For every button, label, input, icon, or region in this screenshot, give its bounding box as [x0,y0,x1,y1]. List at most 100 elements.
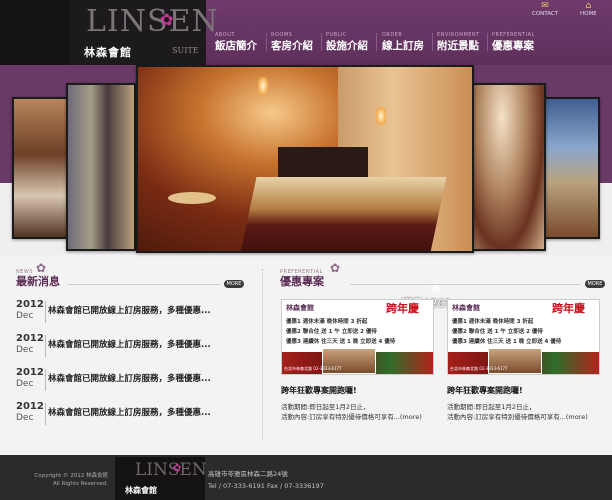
nav-environment[interactable]: ENVIRONMENT 附近景點 [437,32,480,53]
flower-icon: ✿ [173,463,182,474]
nav-divider [321,33,322,51]
nav-preferential-en: PREFERENTIAL [492,32,535,38]
logo-chinese-name: 林森會館 [84,46,132,59]
flower-icon: ✿ [160,10,174,29]
room-table [168,192,216,204]
promo-image-footer: 台北市林森北路 02-3333-6177 [450,366,508,371]
room-image [68,85,134,249]
promo-offer-row: 優惠1 週休未滿 晚休時間 3 折起 [452,319,534,325]
copyright: Copyright © 2012 林森會館 All Rights Reserve… [18,472,108,488]
banner-photo[interactable] [66,83,136,251]
nav-rooms-en: ROOMS [271,32,293,38]
banner-photo[interactable] [472,83,546,251]
nav-order-label: 線上訂房 [382,40,424,52]
promos-heading: PREFERENTIAL 優惠專案 [280,269,324,289]
news-title-link[interactable]: 林森會館已開放線上訂房服務，多種優惠... [48,372,211,384]
promo-more-link[interactable]: (more) [400,413,422,421]
nav-order-en: ORDER [382,32,403,38]
lamp-icon [258,77,268,95]
news-year: 2012 [16,401,44,412]
divider [68,284,220,285]
home-icon: ⌂ [585,1,592,11]
contact-link[interactable]: ✉ CONTACT [532,1,558,17]
top-links: ✉ CONTACT ⌂ HOME [510,0,612,22]
nav-public[interactable]: PUBLIC 設施介紹 [326,32,368,53]
flower-icon: ✿ [330,261,341,275]
banner-photo[interactable] [544,97,600,239]
promo-brand: 林森會館 [286,304,314,312]
news-month: Dec [16,379,34,389]
room-image [546,99,598,237]
promos-more-button[interactable]: MORE [585,280,605,288]
news-title-link[interactable]: 林森會館已開放線上訂房服務，多種優惠... [48,406,211,418]
logo-suite-text: SUITE [172,46,199,55]
news-month: Dec [16,345,34,355]
home-label: HOME [580,11,597,17]
nav-about-en: ABOUT [215,32,235,38]
promo-badge: 跨年慶 [552,302,585,315]
promo-image[interactable]: 林森會館 跨年慶 優惠1 週休未滿 晚休時間 3 折起 優惠2 聯合住 送 1 … [281,299,434,375]
promo-card[interactable]: 林森會館 跨年慶 優惠1 週休未滿 晚休時間 3 折起 優惠2 聯合住 送 1 … [281,299,434,422]
news-title-link[interactable]: 林森會館已開放線上訂房服務，多種優惠... [48,338,211,350]
news-heading: NEWS 最新消息 [16,269,60,289]
promo-card[interactable]: 林森會館 跨年慶 優惠1 週休未滿 晚休時間 3 折起 優惠2 聯合住 送 1 … [447,299,600,422]
contact-label: CONTACT [532,11,559,17]
news-item[interactable]: 2012 Dec 林森會館已開放線上訂房服務，多種優惠... [14,367,252,397]
nav-public-label: 設施介紹 [326,40,368,52]
address-text: 高雄市苓雅區林森二路24號 [208,470,288,478]
nav-environment-label: 附近景點 [437,40,479,52]
promo-image[interactable]: 林森會館 跨年慶 優惠1 週休未滿 晚休時間 3 折起 優惠2 聯合住 送 1 … [447,299,600,375]
news-heading-title: 最新消息 [16,275,60,288]
nav-rooms[interactable]: ROOMS 客房介紹 [271,32,313,53]
nav-order[interactable]: ORDER 線上訂房 [382,32,424,53]
divider [45,335,46,357]
news-item[interactable]: 2012 Dec 林森會館已開放線上訂房服務，多種優惠... [14,401,252,431]
header: LINSEN ✿ SUITE 林森會館 ✉ CONTACT ⌂ HOME ABO… [0,0,612,65]
nav-preferential[interactable]: PREFERENTIAL 優惠專案 [492,32,535,53]
phone-fax-text: Tel / 07-333-6191 Fax / 07-3336197 [208,482,324,490]
footer-logo-wordmark: LINSEN [135,460,207,480]
nav-preferential-label: 優惠專案 [492,40,534,52]
promo-offer-row: 優惠1 週休未滿 晚休時間 3 折起 [286,319,368,325]
main-content: ✿ NEWS 最新消息 MORE 2012 Dec 林森會館已開放線上訂房服務，… [0,255,612,455]
promo-more-link[interactable]: (more) [566,413,588,421]
nav-about[interactable]: ABOUT 飯店簡介 [215,32,257,53]
promo-content: 活動內容:訂房享有特別優待價格可享有... [281,413,400,421]
banner-main-photo[interactable] [136,65,474,253]
copyright-line: Copyright © 2012 林森會館 [34,473,108,479]
promo-offer-row: 優惠2 聯合住 送 1 午 立即送 2 優待 [452,329,543,335]
room-bed [239,177,447,251]
footer-logo[interactable]: LINSEN ✿ 林森會館 [115,457,207,500]
nav-about-label: 飯店簡介 [215,40,257,52]
footer: Copyright © 2012 林森會館 All Rights Reserve… [0,455,612,500]
promo-content: 活動內容:訂房享有特別優待價格可享有... [447,413,566,421]
column-divider [262,269,263,439]
news-month: Dec [16,311,34,321]
news-item[interactable]: 2012 Dec 林森會館已開放線上訂房服務，多種優惠... [14,333,252,363]
nav-divider [376,33,377,51]
promo-title-link[interactable]: 跨年狂歡專案開跑囉! [281,385,434,396]
news-more-button[interactable]: MORE [224,280,244,288]
promo-description: 活動期間:即日起至1月2日止， 活動內容:訂房享有特別優待價格可享有...(mo… [447,402,600,422]
divider [45,403,46,425]
nav-divider [432,33,433,51]
nav-public-en: PUBLIC [326,32,347,38]
promo-period: 活動期間:即日起至1月2日止， [447,403,536,411]
banner-slideshow: ❀ 禪風A201 [0,65,612,310]
promo-badge: 跨年慶 [386,302,419,315]
home-link[interactable]: ⌂ HOME [580,1,597,17]
promo-offer-row: 優惠3 連續休 住三天 送 1 晚 立即送 4 優待 [286,339,396,345]
promo-description: 活動期間:即日起至1月2日止， 活動內容:訂房享有特別優待價格可享有...(mo… [281,402,434,422]
lamp-icon [376,107,386,125]
news-title-link[interactable]: 林森會館已開放線上訂房服務，多種優惠... [48,304,211,316]
news-item[interactable]: 2012 Dec 林森會館已開放線上訂房服務，多種優惠... [14,299,252,329]
news-year: 2012 [16,367,44,378]
room-image [14,99,66,237]
promo-brand: 林森會館 [452,304,480,312]
rights-line: All Rights Reserved. [52,481,108,487]
nav-rooms-label: 客房介紹 [271,40,313,52]
promo-title-link[interactable]: 跨年狂歡專案開跑囉! [447,385,600,396]
contact-info: 高雄市苓雅區林森二路24號 Tel / 07-333-6191 Fax / 07… [208,468,324,492]
banner-photo[interactable] [12,97,68,239]
news-year: 2012 [16,299,44,310]
